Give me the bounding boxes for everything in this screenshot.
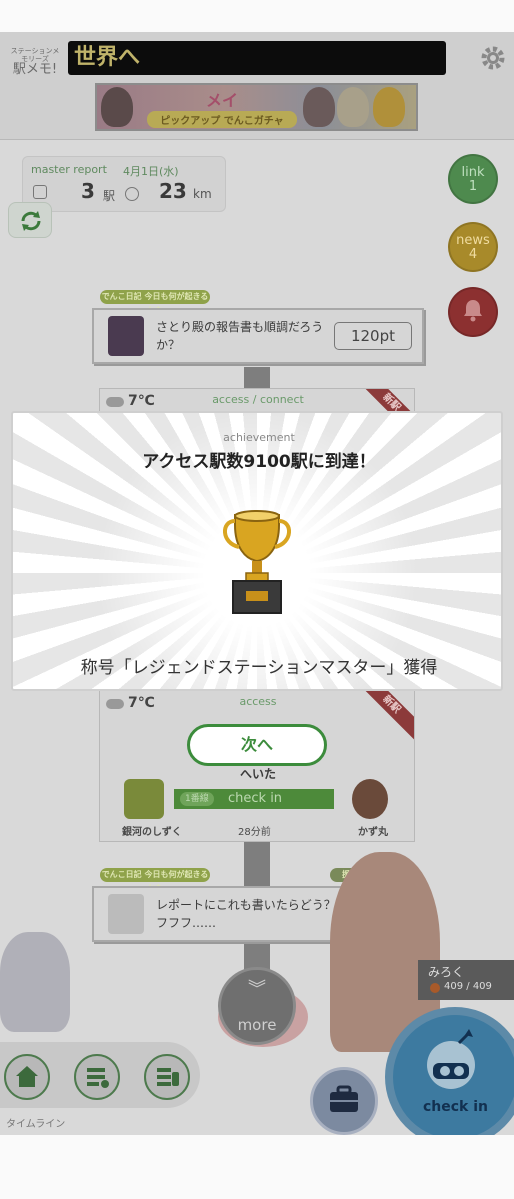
report-stations-unit: 駅 xyxy=(103,189,116,203)
report-distance-value: 23 xyxy=(159,179,187,203)
news-ticker[interactable]: 世界へ xyxy=(68,41,446,75)
refresh-button[interactable] xyxy=(8,202,52,238)
time-ago: 28分前 xyxy=(238,827,271,838)
station-list-button[interactable] xyxy=(144,1054,190,1100)
news-button[interactable]: news 4 xyxy=(448,222,498,272)
report-distance-unit: km xyxy=(193,187,212,201)
news-count: 4 xyxy=(468,247,478,263)
notification-button[interactable] xyxy=(448,287,498,337)
app-logo: ステーションメモリーズ 駅メモ! xyxy=(10,47,60,78)
avatar xyxy=(108,894,144,934)
modal-title: アクセス駅数9100駅に到達！ xyxy=(142,452,376,472)
report-title: master report xyxy=(31,163,107,176)
system-nav-area xyxy=(0,1135,514,1199)
message-text: レポートにこれも書いたらどう？ フフフ…… xyxy=(156,898,336,930)
banner-character xyxy=(303,87,335,127)
modal-reward-text: 称号「レジェンドステーションマスター」獲得 xyxy=(80,658,438,678)
more-button[interactable]: ︾ more xyxy=(218,967,296,1045)
trophy-icon xyxy=(223,510,291,614)
train-icon xyxy=(157,1068,179,1086)
right-user-name: かず丸 xyxy=(358,827,388,838)
check-in-button[interactable]: check in xyxy=(385,1007,514,1135)
banner-character xyxy=(101,87,133,127)
link-button[interactable]: link 1 xyxy=(448,154,498,204)
timeline-message[interactable]: レポートにこれも書いたらどう？ フフフ…… xyxy=(92,886,352,942)
gear-icon[interactable] xyxy=(479,44,507,72)
banner-title: メイ xyxy=(205,91,238,110)
link-label: link xyxy=(461,165,485,180)
new-station-badge: 新駅 xyxy=(362,691,414,743)
message-text: さとり殿の報告書も順調だろうか？ xyxy=(156,320,324,352)
station-card[interactable]: 7℃ access 新駅 へいた 1番線 check in 銀河のしずく 28分… xyxy=(99,690,415,842)
timeline-label: タイムライン xyxy=(6,1119,66,1130)
modal-subtitle: achievement xyxy=(223,431,295,444)
report-stations-count: 3 xyxy=(81,179,95,203)
banner-character xyxy=(337,87,369,127)
player-status: みろく 409 / 409 xyxy=(418,960,514,1000)
chevron-down-icon: ︾ xyxy=(248,979,266,1000)
gacha-banner[interactable]: メイ ピックアップ でんこガチャ xyxy=(95,83,418,131)
app-header: ステーションメモリーズ 駅メモ! 世界へ メイ ピックアップ でんこガチャ xyxy=(0,32,514,140)
briefcase-button[interactable] xyxy=(310,1067,378,1135)
achievement-modal: achievement アクセス駅数9100駅に到達！ 称号「レジェンドステーシ… xyxy=(11,411,503,691)
timeline-tag: でんこ日記 今日も何が起きるかな xyxy=(100,868,210,893)
timeline-message[interactable]: さとり殿の報告書も順調だろうか？ 120pt xyxy=(92,308,424,364)
avatar xyxy=(108,316,144,356)
player-hp: 409 / 409 xyxy=(444,981,492,992)
hp-icon xyxy=(430,983,440,993)
banner-character xyxy=(373,87,405,127)
mascot-character xyxy=(0,932,70,1032)
avatar xyxy=(124,779,164,819)
player-name: みろく xyxy=(428,965,465,979)
banner-subtitle: ピックアップ でんこガチャ xyxy=(147,111,297,128)
home-icon xyxy=(16,1066,38,1087)
distance-icon xyxy=(125,187,139,201)
platform-tag: 1番線 xyxy=(180,792,214,806)
link-count: 1 xyxy=(468,179,478,195)
left-user-name: 銀河のしずく xyxy=(122,827,182,838)
check-in-icon xyxy=(427,1029,475,1089)
report-date: 4月1日(水) xyxy=(123,165,179,178)
list-button[interactable] xyxy=(74,1054,120,1100)
list-icon xyxy=(87,1068,109,1088)
check-in-label: check in xyxy=(423,1099,489,1115)
app-screen: ステーションメモリーズ 駅メモ! 世界へ メイ ピックアップ でんこガチャ ma… xyxy=(0,32,514,1135)
logo-text: 駅メモ! xyxy=(12,62,58,78)
timeline-tag: でんこ日記 今日も何が起きるかな xyxy=(100,290,210,315)
briefcase-icon xyxy=(330,1085,358,1112)
refresh-icon xyxy=(21,211,41,231)
train-icon xyxy=(33,185,47,199)
check-in-label: check in xyxy=(228,791,283,806)
avatar xyxy=(352,779,388,819)
more-label: more xyxy=(237,1016,277,1034)
next-button[interactable]: 次へ xyxy=(187,724,327,766)
check-in-bar: 1番線 check in xyxy=(174,789,334,809)
home-button[interactable] xyxy=(4,1054,50,1100)
points-badge[interactable]: 120pt xyxy=(334,322,412,350)
bell-icon xyxy=(464,300,482,322)
news-label: news xyxy=(456,233,490,248)
